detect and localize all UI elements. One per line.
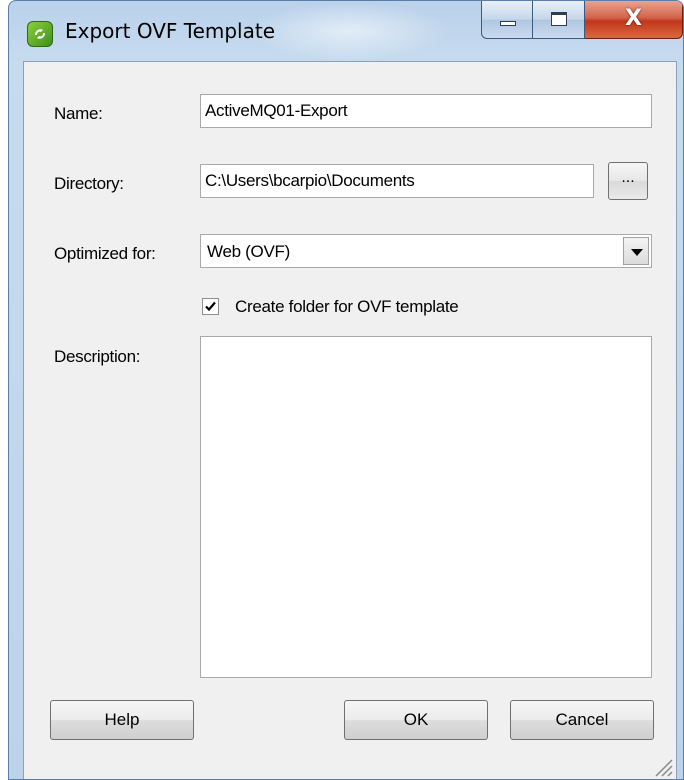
resize-grip-icon[interactable]: [652, 756, 674, 778]
description-label: Description:: [54, 347, 141, 366]
directory-label: Directory:: [54, 174, 124, 193]
window-title: Export OVF Template: [65, 19, 276, 43]
minimize-icon: [500, 21, 516, 26]
browse-button[interactable]: ...: [608, 162, 648, 200]
close-icon: X: [625, 6, 642, 31]
caption-buttons: X: [481, 1, 683, 39]
name-label: Name:: [54, 104, 103, 123]
help-button[interactable]: Help: [50, 700, 194, 740]
export-ovf-dialog: Export OVF Template X Name: Directory: .…: [8, 0, 684, 780]
optimized-for-select[interactable]: Web (OVF): [200, 234, 652, 268]
optimized-for-value: Web (OVF): [207, 242, 290, 261]
close-button[interactable]: X: [585, 1, 683, 39]
ok-button[interactable]: OK: [344, 700, 488, 740]
dropdown-arrow-icon[interactable]: [623, 237, 649, 265]
minimize-button[interactable]: [481, 1, 533, 39]
optimized-for-label: Optimized for:: [54, 244, 156, 263]
maximize-button[interactable]: [533, 1, 585, 39]
create-folder-label[interactable]: Create folder for OVF template: [235, 297, 459, 317]
cancel-button[interactable]: Cancel: [510, 700, 654, 740]
name-input[interactable]: [200, 94, 652, 128]
vsphere-client-icon: [27, 21, 53, 47]
maximize-icon: [551, 12, 567, 26]
dialog-client-area: Name: Directory: ... Optimized for: Web …: [23, 61, 677, 779]
checkmark-icon: [205, 301, 216, 312]
description-textarea[interactable]: [200, 336, 652, 678]
directory-input[interactable]: [200, 164, 594, 198]
create-folder-checkbox[interactable]: [202, 298, 219, 315]
title-bar[interactable]: Export OVF Template X: [9, 1, 683, 61]
